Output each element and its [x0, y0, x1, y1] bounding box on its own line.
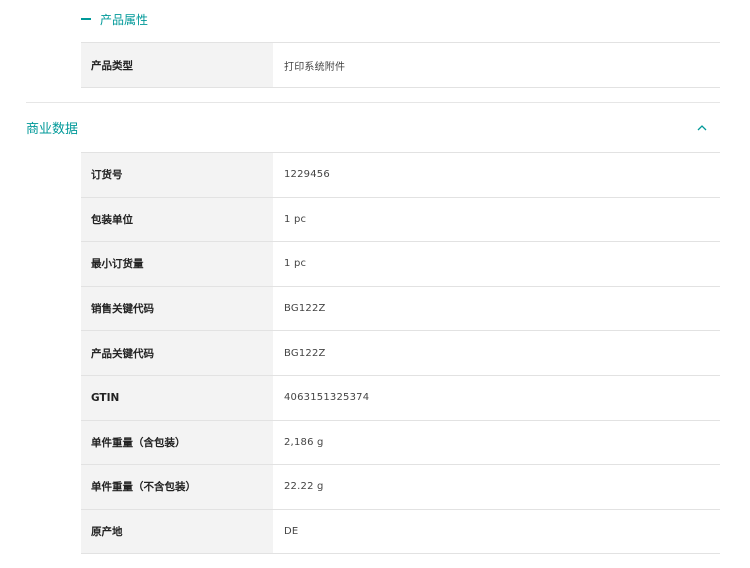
row-value: 1229456	[273, 153, 720, 197]
commercial-data-toggle[interactable]: 商业数据	[26, 103, 720, 152]
row-label: 产品类型	[81, 43, 273, 87]
table-row: 订货号 1229456	[81, 153, 720, 198]
row-label: 包装单位	[81, 197, 273, 242]
row-value: 2,186 g	[273, 420, 720, 465]
table-row: 包装单位 1 pc	[81, 197, 720, 243]
table-row: 产品关键代码 BG122Z	[81, 331, 720, 376]
row-label: 订货号	[81, 153, 273, 197]
row-value: 4063151325374	[273, 375, 720, 420]
row-value: 22.22 g	[273, 465, 720, 509]
row-value: BG122Z	[273, 286, 720, 331]
row-label: 单件重量（不含包装）	[81, 465, 273, 509]
row-value: BG122Z	[273, 331, 720, 375]
chevron-up-icon[interactable]	[694, 120, 710, 136]
minus-icon	[81, 18, 91, 20]
row-value: 1 pc	[273, 197, 720, 242]
row-label: 最小订货量	[81, 242, 273, 286]
table-row: GTIN 4063151325374	[81, 375, 720, 421]
row-label: 产品关键代码	[81, 331, 273, 375]
product-attributes-toggle[interactable]: 产品属性	[81, 8, 148, 30]
commercial-data-table: 订货号 1229456 包装单位 1 pc 最小订货量 1 pc 销售关键代码 …	[81, 152, 720, 555]
row-label: 原产地	[81, 509, 273, 554]
product-attributes-title: 产品属性	[100, 12, 149, 27]
row-label: 销售关键代码	[81, 286, 273, 331]
table-row: 产品类型 打印系统附件	[81, 43, 720, 88]
row-value: DE	[273, 509, 720, 554]
table-row: 单件重量（含包装） 2,186 g	[81, 420, 720, 466]
row-value: 打印系统附件	[273, 43, 720, 87]
table-row: 最小订货量 1 pc	[81, 242, 720, 287]
row-label: GTIN	[81, 375, 273, 420]
row-label: 单件重量（含包装）	[81, 420, 273, 465]
table-row: 单件重量（不含包装） 22.22 g	[81, 465, 720, 510]
row-value: 1 pc	[273, 242, 720, 286]
product-attributes-table: 产品类型 打印系统附件	[81, 42, 720, 88]
commercial-data-title: 商业数据	[26, 122, 79, 137]
table-row: 原产地 DE	[81, 509, 720, 555]
table-row: 销售关键代码 BG122Z	[81, 286, 720, 332]
